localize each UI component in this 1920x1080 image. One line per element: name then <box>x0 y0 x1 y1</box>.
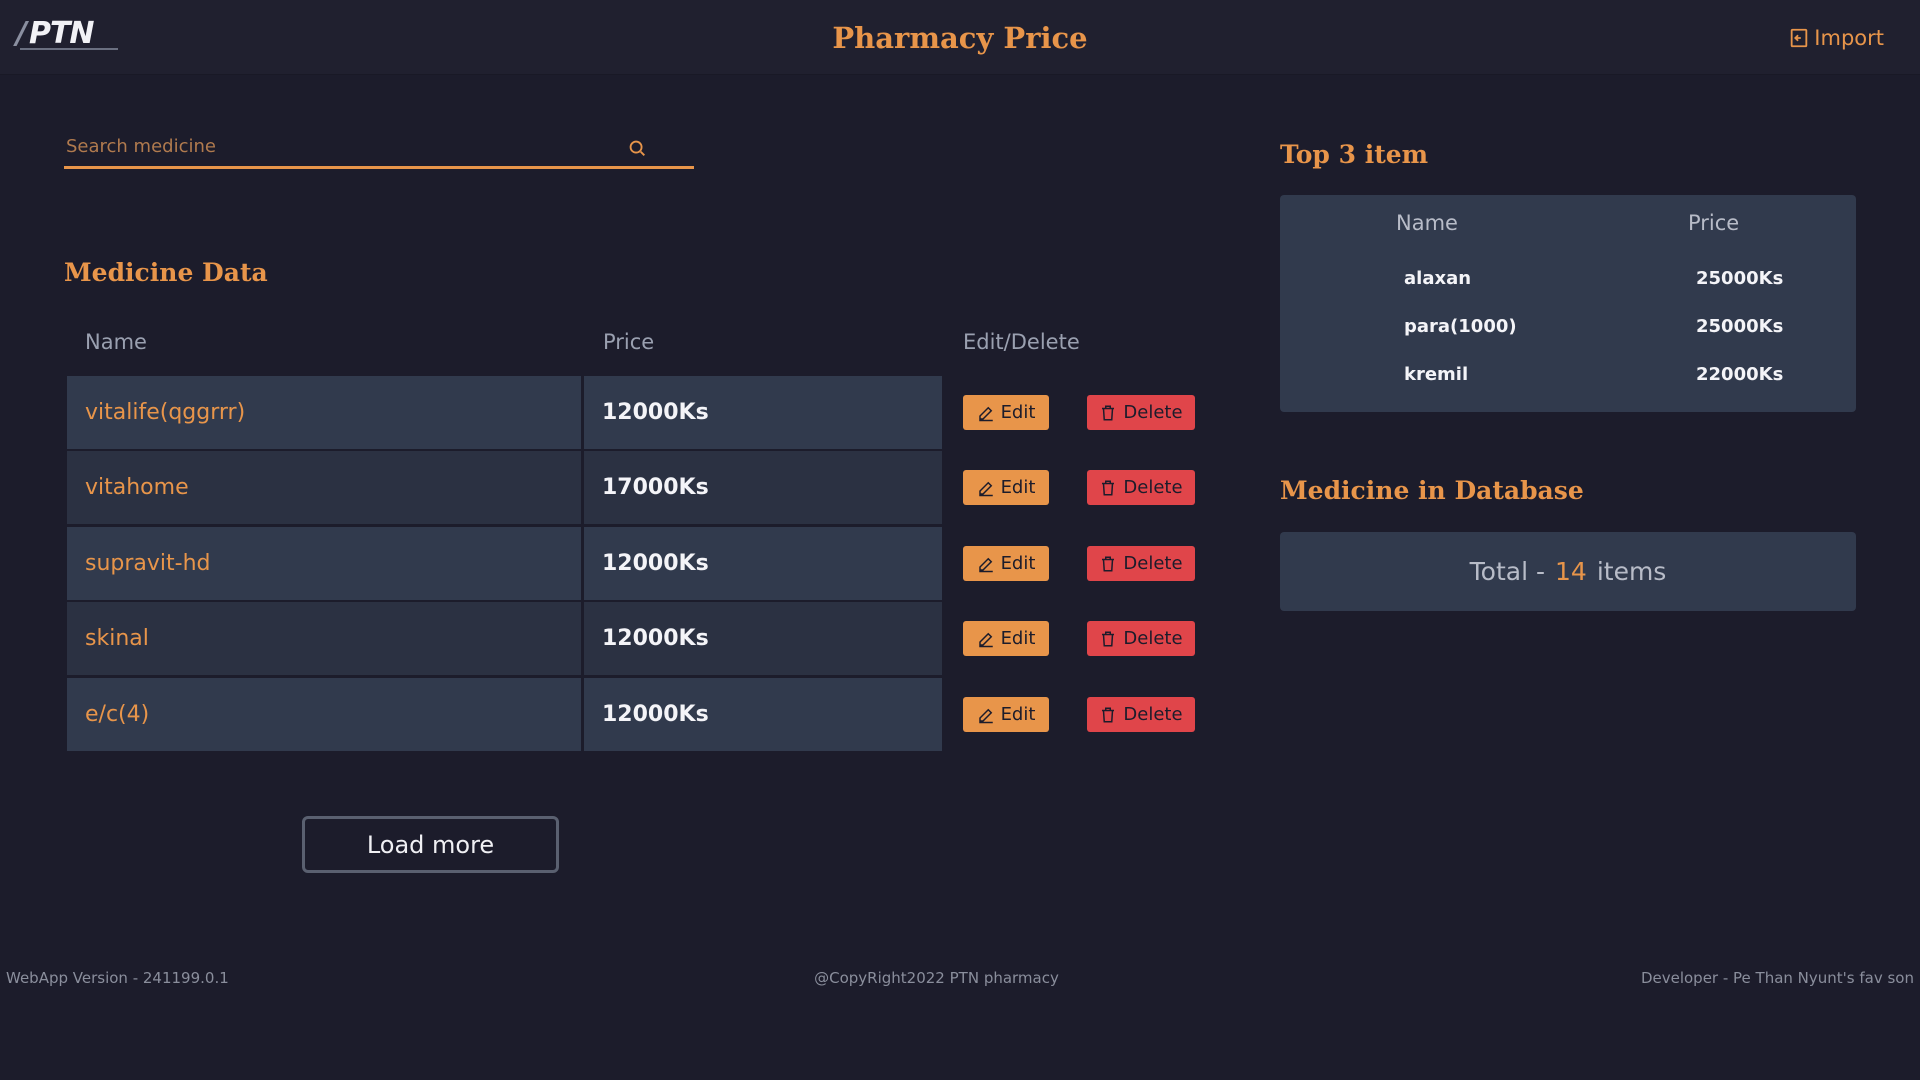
medicine-price: 12000Ks <box>584 527 942 600</box>
edit-button[interactable]: Edit <box>963 621 1049 656</box>
edit-button[interactable]: Edit <box>963 697 1049 732</box>
pencil-icon <box>978 481 993 496</box>
total-count-panel: Total - 14 items <box>1280 532 1856 611</box>
edit-button[interactable]: Edit <box>963 546 1049 581</box>
list-item: alaxan 25000Ks <box>1280 268 1856 298</box>
top3-name: para(1000) <box>1404 316 1517 337</box>
medicine-name: e/c(4) <box>67 678 581 751</box>
search-bar <box>64 122 694 169</box>
edit-button[interactable]: Edit <box>963 470 1049 505</box>
table-row: supravit-hd 12000Ks <box>67 527 942 600</box>
medicine-price: 12000Ks <box>584 376 942 449</box>
import-icon <box>1791 28 1808 48</box>
top3-price: 22000Ks <box>1696 364 1784 385</box>
column-header-name: Name <box>85 330 147 354</box>
import-label: Import <box>1814 26 1884 50</box>
delete-button[interactable]: Delete <box>1087 470 1195 505</box>
list-item: kremil 22000Ks <box>1280 364 1856 394</box>
pencil-icon <box>978 557 993 572</box>
top-navbar: / PTN Pharmacy Price Import <box>0 0 1920 75</box>
medicine-price: 12000Ks <box>584 678 942 751</box>
table-row: skinal 12000Ks <box>67 602 942 675</box>
top3-price: 25000Ks <box>1696 268 1784 289</box>
delete-button[interactable]: Delete <box>1087 697 1195 732</box>
developer-text: Developer - Pe Than Nyunt's fav son <box>1640 969 1914 987</box>
column-header-edit-delete: Edit/Delete <box>963 330 1080 354</box>
top3-name: kremil <box>1404 364 1469 385</box>
top3-header-name: Name <box>1396 211 1458 235</box>
logo-text: PTN <box>28 15 95 51</box>
trash-icon <box>1102 707 1115 722</box>
total-count: 14 <box>1555 557 1587 586</box>
ptn-logo[interactable]: / PTN <box>16 14 120 52</box>
top3-header-price: Price <box>1688 211 1740 235</box>
import-button[interactable]: Import <box>1788 24 1884 52</box>
edit-button[interactable]: Edit <box>963 395 1049 430</box>
delete-button[interactable]: Delete <box>1087 546 1195 581</box>
table-row: vitalife(qggrrr) 12000Ks <box>67 376 942 449</box>
top3-price: 25000Ks <box>1696 316 1784 337</box>
search-icon[interactable] <box>626 137 648 159</box>
column-header-price: Price <box>603 330 655 354</box>
pencil-icon <box>978 632 993 647</box>
table-row: e/c(4) 12000Ks <box>67 678 942 751</box>
delete-button[interactable]: Delete <box>1087 621 1195 656</box>
list-item: para(1000) 25000Ks <box>1280 316 1856 346</box>
medicine-price: 17000Ks <box>584 451 942 524</box>
trash-icon <box>1102 405 1115 420</box>
copyright-text: @CopyRight2022 PTN pharmacy <box>814 969 1059 987</box>
total-prefix: Total - <box>1469 557 1546 586</box>
medicine-price: 12000Ks <box>584 602 942 675</box>
search-input[interactable] <box>64 122 624 166</box>
medicine-name: supravit-hd <box>67 527 581 600</box>
pencil-icon <box>978 406 993 421</box>
trash-icon <box>1102 480 1115 495</box>
trash-icon <box>1102 556 1115 571</box>
top3-title: Top 3 item <box>1280 140 1429 169</box>
load-more-button[interactable]: Load more <box>302 816 559 873</box>
pencil-icon <box>978 708 993 723</box>
medicine-name: vitalife(qggrrr) <box>67 376 581 449</box>
top3-name: alaxan <box>1404 268 1472 289</box>
medicine-data-title: Medicine Data <box>64 258 268 287</box>
medicine-name: skinal <box>67 602 581 675</box>
delete-button[interactable]: Delete <box>1087 395 1195 430</box>
database-title: Medicine in Database <box>1280 476 1584 505</box>
trash-icon <box>1102 631 1115 646</box>
table-row: vitahome 17000Ks <box>67 451 942 524</box>
medicine-name: vitahome <box>67 451 581 524</box>
app-title: Pharmacy Price <box>832 20 1088 55</box>
total-suffix: items <box>1596 557 1667 586</box>
top3-panel: Name Price alaxan 25000Ks para(1000) 250… <box>1280 195 1856 412</box>
